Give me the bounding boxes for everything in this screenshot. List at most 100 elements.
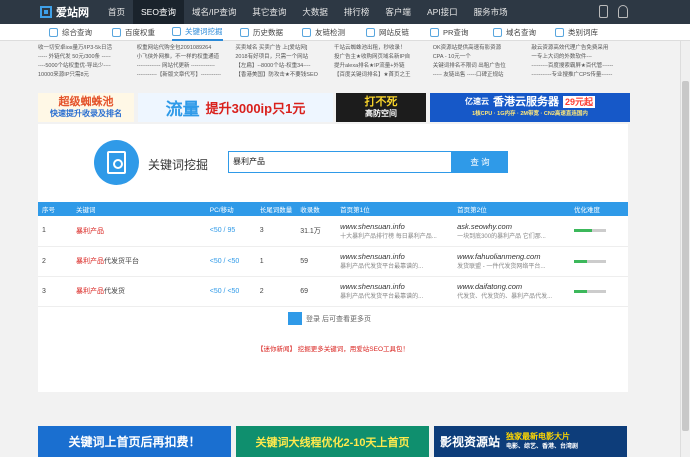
nav-api[interactable]: API接口 <box>419 0 466 24</box>
more-results[interactable]: 登录 后可查看更多页 <box>288 312 371 325</box>
difficulty-bar <box>570 246 628 276</box>
ad-link[interactable]: 10000来源IP只需8元 <box>38 71 137 80</box>
logo-text: 爱站网 <box>56 7 89 19</box>
longtail-count[interactable]: 2 <box>256 276 297 306</box>
index-value[interactable]: <50 / <50 <box>206 246 256 276</box>
col-rank1: 首页第1位 <box>340 207 370 214</box>
tab-friendlink[interactable]: 友链检测 <box>302 24 345 41</box>
login-icon <box>288 312 302 325</box>
ad-link[interactable]: 关键词排名不限词 出租广告位 <box>433 62 532 71</box>
keyword-link[interactable]: 暴利产品代发货平台 <box>72 246 206 276</box>
scrollbar[interactable] <box>680 41 690 457</box>
col-difficulty: 优化难度 <box>574 207 601 214</box>
nav-seo[interactable]: SEO查询 <box>133 0 184 24</box>
site-logo[interactable]: 爱站网 <box>40 4 100 20</box>
page-title: 关键词挖掘 <box>148 158 209 172</box>
ad-link[interactable]: ------------- 网站代更新 ------------- <box>137 62 236 71</box>
index-value[interactable]: <50 / 95 <box>206 216 256 246</box>
indexed-count: 31.1万 <box>300 227 321 235</box>
tab-history[interactable]: 历史数据 <box>240 24 283 41</box>
ad-link[interactable]: 【百度关键词排名】★首页之王 <box>334 71 433 80</box>
bottom-banner-1[interactable]: 关键词上首页后再扣费！ <box>38 426 231 457</box>
weight-icon <box>112 28 121 37</box>
rank1-cell[interactable]: www.shensuan.info 暴利产品代发货平台最靠谱的... <box>336 246 453 276</box>
table-row: 2 暴利产品代发货平台 <50 / <50 1 59 www.shensuan.… <box>38 246 628 276</box>
backlink-icon <box>366 28 375 37</box>
rank2-cell[interactable]: www.daifatong.com 代发货、代发货的、暴利产品代发... <box>453 276 570 306</box>
longtail-count[interactable]: 3 <box>256 216 297 246</box>
nav-market[interactable]: 服务市场 <box>466 0 516 24</box>
col-keyword: 关键词 <box>75 207 96 214</box>
ad-link[interactable]: 权重网站代购全包2091089264 <box>137 44 236 53</box>
ad-link[interactable]: ---------百度搜索霸屏★百代管------ <box>531 62 630 71</box>
ad-link[interactable]: 投广告主★收购网页域名新IP自 <box>334 53 433 62</box>
index-value[interactable]: <50 / <50 <box>206 276 256 306</box>
main-nav: 首页 SEO查询 域名/IP查询 其它查询 大数据 排行榜 客户端 API接口 … <box>100 0 516 24</box>
longtail-count[interactable]: 1 <box>256 246 297 276</box>
banner-spider-pool[interactable]: 超级蜘蛛池 快速提升收录及排名 <box>38 93 134 122</box>
ad-links: 收一切安卓ios量万/IP3-5k日活 ----- 外链代发 50元/300条 -… <box>38 44 630 90</box>
ad-link[interactable]: ----- 友链出售 -----口碑正规站 <box>433 71 532 80</box>
nav-client[interactable]: 客户端 <box>377 0 419 24</box>
ad-link[interactable]: 千站云蜘蛛池出租，秒收录！ <box>334 44 433 53</box>
indexed-count: 69 <box>300 287 308 295</box>
ad-link[interactable]: OK资源站提供高速有影资源 <box>433 44 532 53</box>
overview-icon <box>49 28 58 37</box>
tab-category[interactable]: 类别词库 <box>555 24 598 41</box>
search-input[interactable]: 暴利产品 <box>228 151 452 173</box>
ad-link[interactable]: 提升alexa排名★IP流量+外链 <box>334 62 433 71</box>
table-header: 序号 关键词 PC/移动 长尾词数量 收录数 首页第1位 首页第2位 优化难度 <box>38 202 628 216</box>
ad-link[interactable]: 敲云资源高效代理广告免费采用 <box>531 44 630 53</box>
indexed-count: 59 <box>300 257 308 265</box>
bottom-banner-2[interactable]: 关键词大线程优化2-10天上首页 <box>236 426 429 457</box>
ad-link[interactable]: ----- 外链代发 50元/300条 ----- <box>38 53 137 62</box>
promo-notice[interactable]: 【迷你新闻】 挖掘更多关键词，用爱站SEO工具包！ <box>38 343 628 353</box>
ad-link[interactable]: 收一切安卓ios量万/IP3-5k日活 <box>38 44 137 53</box>
ad-link[interactable]: 2018有好项目，只需一个网站 <box>235 53 334 62</box>
nav-other[interactable]: 其它查询 <box>244 0 294 24</box>
search-area: 关键词挖掘 暴利产品 查 询 <box>38 124 628 200</box>
ad-link[interactable]: CPA - 10元一个 <box>433 53 532 62</box>
col-longtail: 长尾词数量 <box>259 207 293 214</box>
banner-yisu-cloud[interactable]: 亿速云 香港云服务器 29元起 1核CPU · 1G内存 · 2M带宽 · CN2高… <box>430 93 630 122</box>
nav-domain-ip[interactable]: 域名/IP查询 <box>184 0 244 24</box>
scrollbar-thumb[interactable] <box>682 81 689 431</box>
ad-link[interactable]: ----5000个站权重优-导出少---- <box>38 62 137 71</box>
banner-ddos[interactable]: 打不死 高防空间 <box>336 93 426 122</box>
ad-link[interactable]: -----------【新版文章代写】----------- <box>137 71 236 80</box>
difficulty-bar <box>570 216 628 246</box>
tab-backlinks[interactable]: 网站反链 <box>366 24 409 41</box>
tab-domain[interactable]: 域名查询 <box>493 24 536 41</box>
tab-pr[interactable]: PR查询 <box>430 24 468 41</box>
table-row: 3 暴利产品代发货 <50 / <50 2 69 www.shensuan.in… <box>38 276 628 306</box>
tab-overview[interactable]: 综合查询 <box>49 24 92 41</box>
nav-ranking[interactable]: 排行榜 <box>336 0 378 24</box>
banner-traffic[interactable]: 流量 提升3000ip只1元 <box>138 93 333 122</box>
rank2-cell[interactable]: ask.seowhy.com 一块到底300的暴利产品 它们那... <box>453 216 570 246</box>
table-row: 1 暴利产品 <50 / 95 3 31.1万 www.shensuan.inf… <box>38 216 628 246</box>
tab-keyword-mining[interactable]: 关键词挖掘 <box>172 24 223 41</box>
ad-link[interactable]: 买卖域名 买卖广告 上[爱站网] <box>235 44 334 53</box>
history-icon <box>240 28 249 37</box>
user-icon[interactable] <box>618 5 628 18</box>
bottom-banner-3[interactable]: 影视资源站 独家最新电影大片 电影、综艺、香港、台湾剧 <box>434 426 627 457</box>
col-count: 收录数 <box>300 207 320 214</box>
rank1-cell[interactable]: www.shensuan.info 十大暴利产品排行榜 每日暴利产品... <box>336 216 453 246</box>
logo-icon <box>40 6 52 18</box>
rank1-cell[interactable]: www.shensuan.info 暴利产品代发货平台最靠谱的... <box>336 276 453 306</box>
ad-link[interactable]: 小飞侠外网推，不一样的权重通道 <box>137 53 236 62</box>
link-icon <box>302 28 311 37</box>
search-button[interactable]: 查 询 <box>452 151 508 173</box>
nav-home[interactable]: 首页 <box>100 0 133 24</box>
ad-link[interactable]: 【左扁】--8000个站-权重34---- <box>235 62 334 71</box>
mobile-icon[interactable] <box>599 5 608 18</box>
nav-bigdata[interactable]: 大数据 <box>294 0 336 24</box>
ad-link[interactable]: 【香港美国】防攻击★不要钱SEO <box>235 71 334 80</box>
domain-icon <box>493 28 502 37</box>
keyword-link[interactable]: 暴利产品 <box>72 216 206 246</box>
ad-link[interactable]: -----------专业搜推广CPS传量------ <box>531 71 630 80</box>
keyword-link[interactable]: 暴利产品代发货 <box>72 276 206 306</box>
ad-link[interactable]: 一专上大词的外数软件--- <box>531 53 630 62</box>
rank2-cell[interactable]: www.fahuolianmeng.com 发货联盟 - 一件代发货网络平台... <box>453 246 570 276</box>
tab-baidu-weight[interactable]: 百度权重 <box>112 24 155 41</box>
